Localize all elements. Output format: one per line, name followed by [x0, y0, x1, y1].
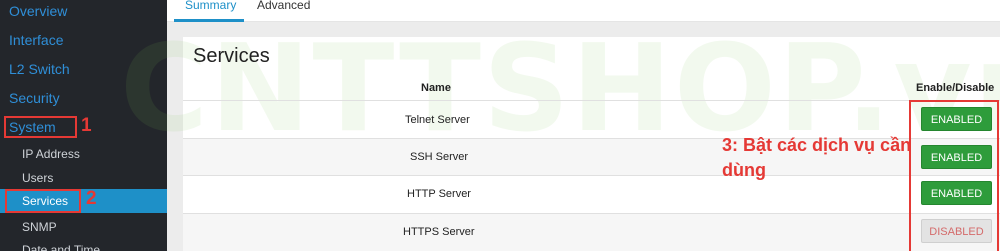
page-title: Services — [193, 45, 270, 67]
annotation-box-services — [5, 189, 81, 213]
service-name: HTTP Server — [407, 188, 471, 200]
nav-l2-switch[interactable]: L2 Switch — [0, 61, 167, 77]
nav-overview[interactable]: Overview — [0, 3, 167, 19]
annotation-note: 3: Bật các dịch vụ cần dùng — [722, 135, 912, 180]
nav-interface[interactable]: Interface — [0, 32, 167, 48]
annotation-box-buttons — [909, 100, 999, 251]
tab-summary[interactable]: Summary — [185, 0, 236, 12]
column-header-enable: Enable/Disable — [916, 82, 995, 94]
nav-security[interactable]: Security — [0, 90, 167, 106]
service-name: HTTPS Server — [403, 226, 475, 238]
tab-advanced[interactable]: Advanced — [257, 0, 310, 12]
table-row — [183, 214, 1000, 251]
nav-snmp[interactable]: SNMP — [0, 220, 167, 234]
annotation-number-1: 1 — [81, 115, 92, 136]
annotation-box-system — [4, 116, 77, 138]
nav-ip-address[interactable]: IP Address — [0, 147, 167, 161]
annotation-number-2: 2 — [86, 188, 97, 209]
nav-users[interactable]: Users — [0, 171, 167, 185]
service-name: SSH Server — [410, 151, 469, 163]
nav-date-and-time[interactable]: Date and Time — [0, 243, 167, 251]
column-header-name: Name — [421, 82, 451, 94]
service-name: Telnet Server — [405, 114, 470, 126]
